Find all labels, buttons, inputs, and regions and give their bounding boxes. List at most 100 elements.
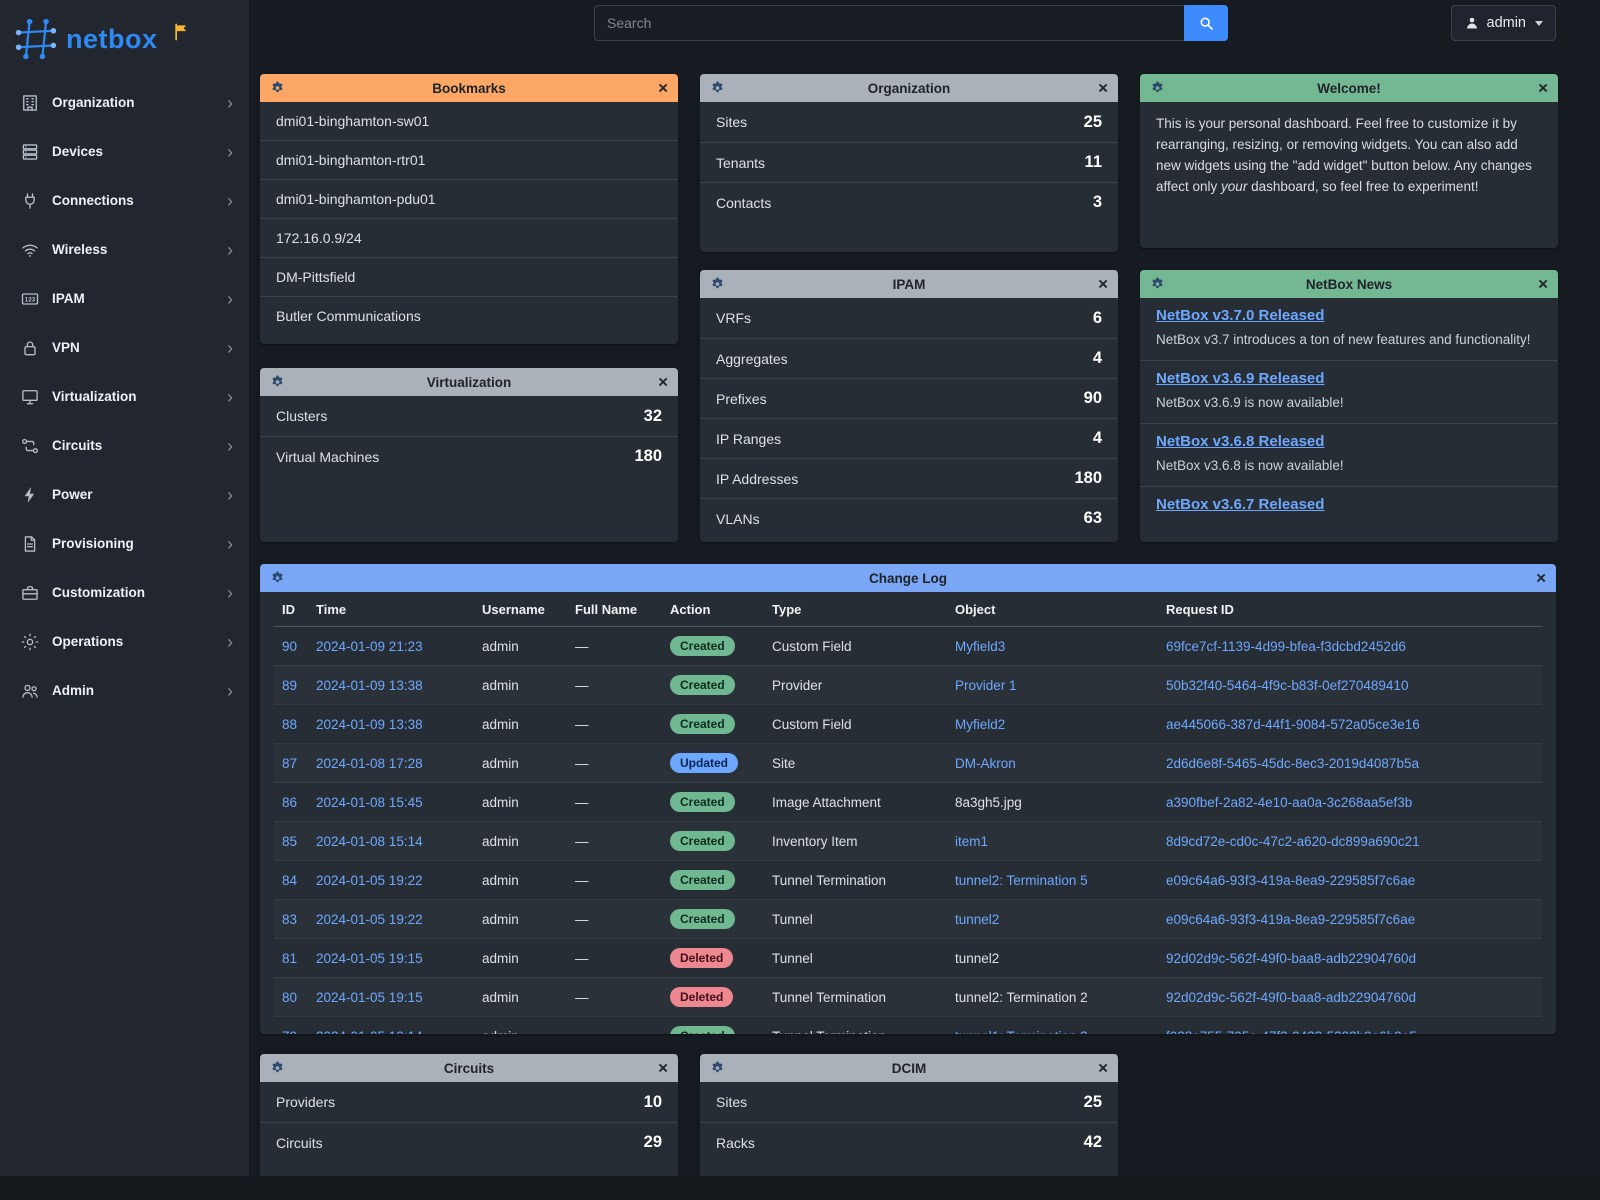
- sidebar-item-operations[interactable]: Operations ›: [0, 617, 249, 666]
- stat-row-vlans[interactable]: VLANs 63: [700, 498, 1118, 538]
- changelog-id-link[interactable]: 87: [282, 756, 297, 771]
- changelog-time-link[interactable]: 2024-01-05 19:22: [316, 873, 423, 888]
- changelog-object[interactable]: DM-Akron: [955, 756, 1016, 771]
- changelog-object[interactable]: Myfield2: [955, 717, 1005, 732]
- widget-config-icon[interactable]: [1150, 277, 1165, 292]
- widget-config-icon[interactable]: [710, 1061, 725, 1076]
- stat-row-racks[interactable]: Racks 42: [700, 1122, 1118, 1162]
- widget-config-icon[interactable]: [710, 81, 725, 96]
- bookmark-item[interactable]: dmi01-binghamton-sw01: [260, 102, 678, 140]
- sidebar-item-admin[interactable]: Admin ›: [0, 666, 249, 715]
- sidebar-item-ipam[interactable]: 123 IPAM ›: [0, 274, 249, 323]
- widget-config-icon[interactable]: [270, 1061, 285, 1076]
- news-headline-link[interactable]: NetBox v3.7.0 Released: [1156, 307, 1324, 324]
- stat-row-contacts[interactable]: Contacts 3: [700, 182, 1118, 222]
- widget-close-icon[interactable]: ×: [658, 374, 668, 391]
- sidebar-item-wireless[interactable]: Wireless ›: [0, 225, 249, 274]
- widget-close-icon[interactable]: ×: [1098, 276, 1108, 293]
- stat-row-prefixes[interactable]: Prefixes 90: [700, 378, 1118, 418]
- stat-row-sites[interactable]: Sites 25: [700, 102, 1118, 142]
- bookmark-item[interactable]: dmi01-binghamton-rtr01: [260, 140, 678, 179]
- changelog-object[interactable]: tunnel2: [955, 951, 999, 966]
- stat-row-tenants[interactable]: Tenants 11: [700, 142, 1118, 182]
- widget-close-icon[interactable]: ×: [658, 80, 668, 97]
- sidebar-item-power[interactable]: Power ›: [0, 470, 249, 519]
- changelog-object[interactable]: tunnel2: [955, 912, 999, 927]
- changelog-id-link[interactable]: 86: [282, 795, 297, 810]
- sidebar-item-circuits[interactable]: Circuits ›: [0, 421, 249, 470]
- widget-config-icon[interactable]: [270, 81, 285, 96]
- changelog-time-link[interactable]: 2024-01-05 19:14: [316, 1029, 423, 1035]
- widget-close-icon[interactable]: ×: [1538, 276, 1548, 293]
- sidebar-item-connections[interactable]: Connections ›: [0, 176, 249, 225]
- changelog-request-id-link[interactable]: f038e755-705e-47f3-9433-5392b9e6b9e5: [1166, 1029, 1417, 1035]
- widget-config-icon[interactable]: [270, 571, 285, 586]
- changelog-time-link[interactable]: 2024-01-09 21:23: [316, 639, 423, 654]
- widget-close-icon[interactable]: ×: [1536, 570, 1546, 587]
- news-headline-link[interactable]: NetBox v3.6.8 Released: [1156, 433, 1324, 450]
- changelog-request-id-link[interactable]: 2d6d6e8f-5465-45dc-8ec3-2019d4087b5a: [1166, 756, 1419, 771]
- changelog-request-id-link[interactable]: 8d9cd72e-cd0c-47c2-a620-dc899a690c21: [1166, 834, 1420, 849]
- changelog-request-id-link[interactable]: 92d02d9c-562f-49f0-baa8-adb22904760d: [1166, 990, 1416, 1005]
- stat-row-aggregates[interactable]: Aggregates 4: [700, 338, 1118, 378]
- changelog-time-link[interactable]: 2024-01-05 19:15: [316, 990, 423, 1005]
- changelog-id-link[interactable]: 79: [282, 1029, 297, 1035]
- stat-row-vrfs[interactable]: VRFs 6: [700, 298, 1118, 338]
- news-headline-link[interactable]: NetBox v3.6.7 Released: [1156, 496, 1324, 513]
- stat-row-virtual-machines[interactable]: Virtual Machines 180: [260, 436, 678, 476]
- bookmark-item[interactable]: 172.16.0.9/24: [260, 218, 678, 257]
- changelog-object[interactable]: tunnel2: Termination 2: [955, 990, 1088, 1005]
- changelog-id-link[interactable]: 88: [282, 717, 297, 732]
- widget-config-icon[interactable]: [270, 375, 285, 390]
- widget-close-icon[interactable]: ×: [1098, 1060, 1108, 1077]
- changelog-object[interactable]: Provider 1: [955, 678, 1017, 693]
- changelog-time-link[interactable]: 2024-01-05 19:15: [316, 951, 423, 966]
- netbox-logo[interactable]: netbox: [0, 0, 249, 78]
- changelog-time-link[interactable]: 2024-01-09 13:38: [316, 678, 423, 693]
- changelog-id-link[interactable]: 84: [282, 873, 297, 888]
- changelog-request-id-link[interactable]: e09c64a6-93f3-419a-8ea9-229585f7c6ae: [1166, 912, 1415, 927]
- widget-close-icon[interactable]: ×: [1538, 80, 1548, 97]
- sidebar-item-customization[interactable]: Customization ›: [0, 568, 249, 617]
- changelog-object[interactable]: item1: [955, 834, 988, 849]
- bookmark-item[interactable]: dmi01-binghamton-pdu01: [260, 179, 678, 218]
- stat-row-ip-ranges[interactable]: IP Ranges 4: [700, 418, 1118, 458]
- changelog-request-id-link[interactable]: 50b32f40-5464-4f9c-b83f-0ef270489410: [1166, 678, 1408, 693]
- sidebar-item-vpn[interactable]: VPN ›: [0, 323, 249, 372]
- sidebar-item-provisioning[interactable]: Provisioning ›: [0, 519, 249, 568]
- changelog-id-link[interactable]: 80: [282, 990, 297, 1005]
- stat-row-ip-addresses[interactable]: IP Addresses 180: [700, 458, 1118, 498]
- bookmark-item[interactable]: Butler Communications: [260, 296, 678, 335]
- search-input[interactable]: [594, 5, 1184, 41]
- changelog-request-id-link[interactable]: 69fce7cf-1139-4d99-bfea-f3dcbd2452d6: [1166, 639, 1406, 654]
- changelog-id-link[interactable]: 83: [282, 912, 297, 927]
- stat-row-circuits[interactable]: Circuits 29: [260, 1122, 678, 1162]
- changelog-id-link[interactable]: 81: [282, 951, 297, 966]
- changelog-id-link[interactable]: 89: [282, 678, 297, 693]
- sidebar-item-organization[interactable]: Organization ›: [0, 78, 249, 127]
- bookmark-item[interactable]: DM-Pittsfield: [260, 257, 678, 296]
- sidebar-item-virtualization[interactable]: Virtualization ›: [0, 372, 249, 421]
- changelog-id-link[interactable]: 85: [282, 834, 297, 849]
- widget-config-icon[interactable]: [1150, 81, 1165, 96]
- changelog-object[interactable]: 8a3gh5.jpg: [955, 795, 1022, 810]
- widget-close-icon[interactable]: ×: [1098, 80, 1108, 97]
- changelog-time-link[interactable]: 2024-01-08 15:45: [316, 795, 423, 810]
- changelog-object[interactable]: tunnel1: Termination 3: [955, 1029, 1088, 1035]
- widget-config-icon[interactable]: [710, 277, 725, 292]
- changelog-time-link[interactable]: 2024-01-05 19:22: [316, 912, 423, 927]
- news-headline-link[interactable]: NetBox v3.6.9 Released: [1156, 370, 1324, 387]
- changelog-request-id-link[interactable]: 92d02d9c-562f-49f0-baa8-adb22904760d: [1166, 951, 1416, 966]
- stat-row-providers[interactable]: Providers 10: [260, 1082, 678, 1122]
- changelog-request-id-link[interactable]: ae445066-387d-44f1-9084-572a05ce3e16: [1166, 717, 1420, 732]
- changelog-id-link[interactable]: 90: [282, 639, 297, 654]
- changelog-object[interactable]: Myfield3: [955, 639, 1005, 654]
- sidebar-item-devices[interactable]: Devices ›: [0, 127, 249, 176]
- changelog-object[interactable]: tunnel2: Termination 5: [955, 873, 1088, 888]
- stat-row-clusters[interactable]: Clusters 32: [260, 396, 678, 436]
- stat-row-sites[interactable]: Sites 25: [700, 1082, 1118, 1122]
- changelog-time-link[interactable]: 2024-01-08 15:14: [316, 834, 423, 849]
- changelog-time-link[interactable]: 2024-01-08 17:28: [316, 756, 423, 771]
- widget-close-icon[interactable]: ×: [658, 1060, 668, 1077]
- changelog-request-id-link[interactable]: e09c64a6-93f3-419a-8ea9-229585f7c6ae: [1166, 873, 1415, 888]
